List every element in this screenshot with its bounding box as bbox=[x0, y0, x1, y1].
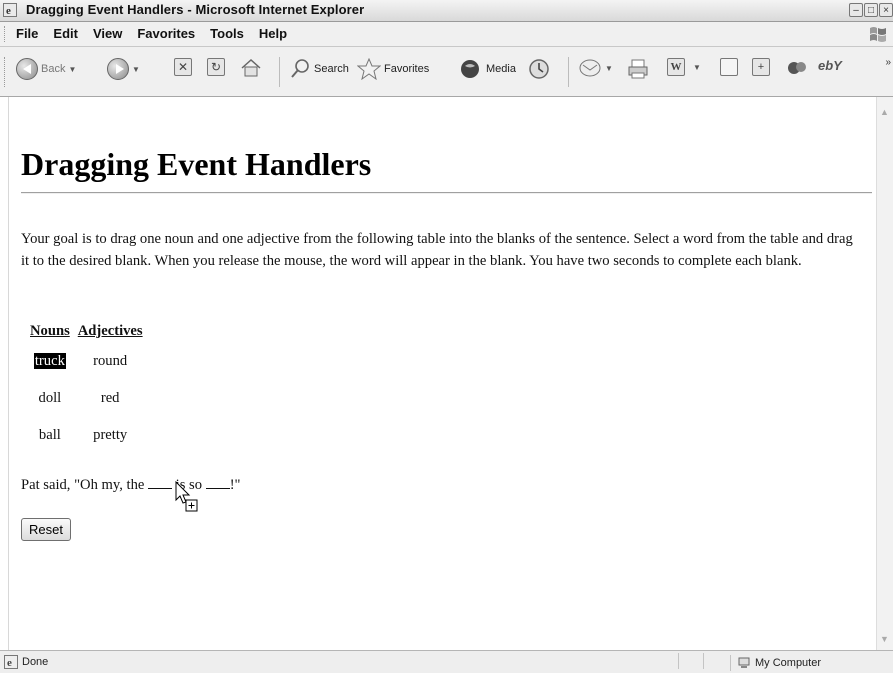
ebay-button[interactable]: ebY bbox=[818, 58, 842, 73]
refresh-icon: ↻ bbox=[207, 58, 225, 76]
status-panel bbox=[703, 653, 728, 669]
status-panels bbox=[678, 653, 728, 669]
status-left: e Done bbox=[4, 655, 48, 669]
menu-file[interactable]: File bbox=[16, 26, 38, 41]
back-button[interactable]: Back ▼ bbox=[16, 58, 76, 80]
svg-text:e: e bbox=[7, 657, 12, 669]
noun-cell[interactable]: doll bbox=[30, 380, 70, 417]
forward-dropdown-icon[interactable]: ▼ bbox=[132, 65, 140, 74]
sentence-start: Pat said, "Oh my, the bbox=[21, 477, 149, 493]
drag-copy-cursor-icon bbox=[175, 481, 198, 512]
horizontal-rule bbox=[21, 192, 872, 194]
search-label: Search bbox=[314, 63, 349, 75]
reset-button[interactable]: Reset bbox=[21, 518, 71, 541]
search-button[interactable]: Search bbox=[289, 58, 349, 80]
adjective-cell[interactable]: pretty bbox=[78, 417, 143, 454]
maximize-button[interactable]: □ bbox=[864, 3, 878, 17]
mail-button[interactable]: ▼ bbox=[578, 58, 613, 78]
mail-icon bbox=[579, 59, 601, 77]
media-button[interactable]: Media bbox=[459, 58, 516, 80]
printer-icon bbox=[628, 59, 648, 79]
minimize-button[interactable]: – bbox=[849, 3, 863, 17]
word-icon: W bbox=[667, 58, 685, 76]
print-button[interactable] bbox=[627, 58, 649, 80]
noun-cell[interactable]: truck bbox=[30, 343, 70, 380]
media-label: Media bbox=[486, 63, 516, 75]
window-controls: – □ × bbox=[849, 3, 893, 17]
vertical-scrollbar[interactable]: ▲ ▼ bbox=[876, 97, 893, 650]
back-dropdown-icon[interactable]: ▼ bbox=[68, 65, 76, 74]
research-icon: + bbox=[752, 58, 770, 76]
discuss-icon bbox=[720, 58, 738, 76]
discuss-button[interactable] bbox=[720, 58, 738, 76]
close-button[interactable]: × bbox=[879, 3, 893, 17]
frame-border bbox=[8, 97, 9, 650]
adjective-cell[interactable]: round bbox=[78, 343, 143, 380]
scroll-down-icon[interactable]: ▼ bbox=[880, 634, 890, 644]
refresh-button[interactable]: ↻ bbox=[207, 58, 225, 76]
media-icon bbox=[461, 60, 479, 78]
history-icon bbox=[529, 59, 549, 79]
sentence-end: !" bbox=[229, 477, 241, 493]
ie-logo-icon: e bbox=[3, 3, 17, 17]
messenger-button[interactable] bbox=[786, 58, 808, 78]
search-icon bbox=[291, 59, 309, 78]
menu-bar: File Edit View Favorites Tools Help bbox=[0, 22, 893, 47]
noun-blank[interactable] bbox=[148, 476, 173, 489]
ebay-icon: ebY bbox=[818, 58, 842, 73]
menu-favorites[interactable]: Favorites bbox=[137, 26, 195, 41]
menubar-grip bbox=[4, 26, 8, 42]
selected-word[interactable]: truck bbox=[33, 353, 66, 369]
menu-edit[interactable]: Edit bbox=[53, 26, 78, 41]
mail-dropdown-icon[interactable]: ▼ bbox=[605, 64, 613, 73]
home-button[interactable] bbox=[240, 58, 262, 78]
adjectives-header: Adjectives bbox=[77, 322, 143, 339]
nouns-header: Nouns bbox=[30, 322, 70, 339]
toolbar-chevron-icon[interactable]: » bbox=[885, 57, 891, 68]
zone-label: My Computer bbox=[755, 657, 822, 669]
back-label: Back bbox=[41, 63, 66, 75]
toolbar-separator bbox=[568, 57, 569, 87]
standard-toolbar: Back ▼ ▼ ✕ ↻ Search Favorites Media ▼ W … bbox=[0, 47, 893, 97]
history-button[interactable] bbox=[528, 58, 550, 80]
intro-paragraph: Your goal is to drag one noun and one ad… bbox=[21, 231, 853, 269]
sentence: Pat said, "Oh my, the is so !" bbox=[21, 476, 241, 494]
stop-icon: ✕ bbox=[174, 58, 192, 76]
toolbar-separator bbox=[279, 57, 280, 87]
svg-text:e: e bbox=[6, 5, 11, 17]
toolbar-grip bbox=[4, 57, 8, 87]
favorites-star-icon bbox=[357, 58, 381, 80]
status-panel bbox=[678, 653, 703, 669]
adjective-cell[interactable]: red bbox=[78, 380, 143, 417]
word-table: Nouns Adjectives truck round doll red ba… bbox=[22, 319, 151, 454]
page-icon: e bbox=[4, 655, 18, 669]
menu-tools[interactable]: Tools bbox=[210, 26, 244, 41]
research-button[interactable]: + bbox=[752, 58, 770, 76]
edit-word-button[interactable]: W ▼ bbox=[667, 58, 701, 76]
adjective-blank[interactable] bbox=[205, 476, 230, 489]
browser-window: e Dragging Event Handlers - Microsoft In… bbox=[0, 0, 893, 673]
computer-icon bbox=[738, 657, 750, 668]
scroll-up-icon[interactable]: ▲ bbox=[880, 107, 890, 117]
windows-flag-icon bbox=[870, 27, 886, 42]
window-title: Dragging Event Handlers - Microsoft Inte… bbox=[26, 2, 365, 17]
favorites-label: Favorites bbox=[384, 63, 430, 75]
back-arrow-icon bbox=[16, 58, 38, 80]
menu-view[interactable]: View bbox=[93, 26, 122, 41]
stop-button[interactable]: ✕ bbox=[174, 58, 192, 76]
page-heading: Dragging Event Handlers bbox=[21, 146, 372, 182]
menu-help[interactable]: Help bbox=[259, 26, 287, 41]
home-icon bbox=[241, 58, 261, 77]
forward-button[interactable]: ▼ bbox=[107, 58, 140, 80]
messenger-icon bbox=[788, 62, 806, 74]
page-content: Dragging Event Handlers Your goal is to … bbox=[0, 97, 893, 650]
favorites-button[interactable]: Favorites bbox=[357, 58, 429, 80]
status-bar: e Done My Computer bbox=[0, 650, 893, 673]
forward-arrow-icon bbox=[107, 58, 129, 80]
title-bar: e Dragging Event Handlers - Microsoft In… bbox=[0, 0, 893, 22]
security-zone: My Computer bbox=[730, 655, 821, 671]
status-text: Done bbox=[22, 656, 49, 668]
edit-dropdown-icon[interactable]: ▼ bbox=[693, 63, 701, 72]
noun-cell[interactable]: ball bbox=[30, 417, 70, 454]
